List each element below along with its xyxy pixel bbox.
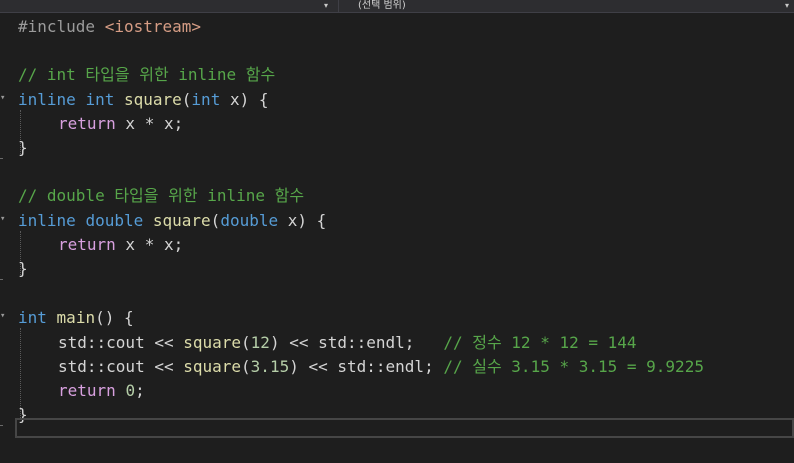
code-line-13: int main() { — [18, 306, 134, 330]
collapse-icon[interactable]: ▾ — [0, 311, 6, 321]
code-line-15: std::cout << square(3.15) << std::endl; … — [58, 355, 704, 379]
keyword: inline — [18, 90, 76, 109]
preprocessor-directive: #include — [18, 17, 105, 36]
code-line-9: inline double square(double x) { — [18, 209, 326, 233]
current-line-highlight[interactable] — [15, 418, 794, 438]
number-literal: 0 — [125, 381, 136, 400]
keyword: int — [18, 308, 47, 327]
code-line-1: #include <iostream> — [18, 15, 201, 39]
punctuation: ( — [241, 333, 251, 352]
member-dropdown-value: (선택 범위) — [358, 0, 406, 11]
number-literal: 3.15 — [250, 357, 290, 376]
code-text: ) << std::endl; — [289, 357, 444, 376]
punctuation: ( — [241, 357, 251, 376]
code-line-3: // int 타입을 위한 inline 함수 — [18, 65, 276, 84]
margin-marker — [0, 279, 3, 280]
divider — [338, 0, 339, 12]
code-text: std::cout << — [58, 357, 184, 376]
code-line-10: return x * x; — [58, 233, 183, 257]
code-text: x * x; — [115, 114, 184, 133]
function-name: square — [152, 211, 211, 230]
code-line-5: return x * x; — [58, 112, 183, 136]
code-text: ) << std::endl; — [269, 333, 444, 352]
function-name: square — [183, 357, 242, 376]
collapse-icon[interactable]: ▾ — [0, 214, 6, 224]
punctuation: ( — [210, 211, 221, 230]
keyword: int — [85, 90, 115, 109]
keyword: return — [58, 114, 116, 133]
code-text: x * x; — [115, 235, 184, 254]
code-editor[interactable]: #include <iostream> // int 타입을 위한 inline… — [0, 12, 794, 463]
keyword: double — [85, 211, 144, 230]
code-line-8: // double 타입을 위한 inline 함수 — [18, 186, 305, 205]
code-line-14: std::cout << square(12) << std::endl; //… — [58, 331, 637, 355]
code-text: () { — [95, 308, 134, 327]
scope-dropdown[interactable] — [10, 0, 310, 12]
margin-marker — [0, 158, 3, 159]
margin-marker — [0, 425, 3, 426]
collapse-icon[interactable]: ▾ — [0, 93, 6, 103]
keyword: return — [58, 235, 116, 254]
member-dropdown[interactable]: (선택 범위) — [358, 0, 758, 12]
keyword: int — [191, 90, 221, 109]
number-literal: 12 — [250, 333, 270, 352]
function-name: square — [183, 333, 242, 352]
keyword: double — [220, 211, 279, 230]
comment: // 정수 12 * 12 = 144 — [443, 333, 637, 352]
code-line-4: inline int square(int x) { — [18, 88, 269, 112]
code-line-6: } — [18, 138, 28, 157]
punctuation: ; — [135, 381, 145, 400]
keyword: inline — [18, 211, 76, 230]
triangle-down-icon[interactable]: ▾ — [324, 0, 328, 12]
comment: // 실수 3.15 * 3.15 = 9.9225 — [443, 357, 704, 376]
punctuation: ( — [181, 90, 192, 109]
code-text: x) { — [278, 211, 327, 230]
code-line-16: return 0; — [58, 379, 145, 403]
code-text: x) { — [220, 90, 269, 109]
keyword: return — [58, 381, 116, 400]
code-line-11: } — [18, 259, 28, 278]
function-name: main — [56, 308, 96, 327]
include-header: <iostream> — [104, 17, 202, 36]
function-name: square — [123, 90, 182, 109]
triangle-down-icon[interactable]: ▾ — [785, 0, 789, 12]
code-text: std::cout << — [58, 333, 184, 352]
